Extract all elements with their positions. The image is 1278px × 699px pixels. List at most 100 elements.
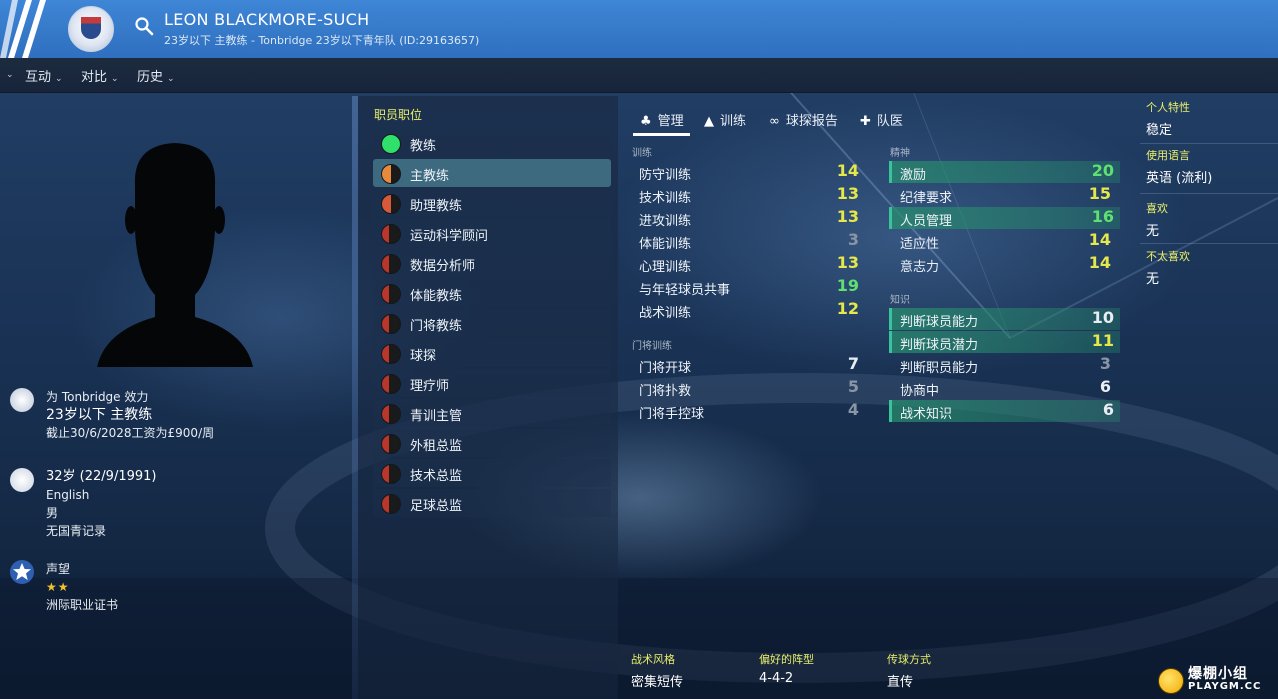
attr-row[interactable]: 与年轻球员共事 19 [631,276,859,298]
attr-row[interactable]: 纪律要求 15 [892,184,1120,206]
reputation-stars: ★★ [46,580,70,594]
training-icon: ▲ [704,114,714,129]
dislikes-label: 不太喜欢 [1146,250,1190,263]
language-label: 使用语言 [1146,149,1190,162]
role-row-head-coach[interactable]: 主教练 [373,159,611,187]
attr-row[interactable]: 门将扑救 5 [631,377,859,399]
role-label: 足球总监 [410,499,463,514]
role-label: 教练 [410,139,437,154]
role-row-fitness[interactable]: 体能教练 [373,279,611,307]
suitability-dot-icon [381,284,401,304]
attr-value: 20 [1091,161,1114,180]
club-line[interactable]: 为 Tonbridge 效力 [46,388,214,406]
attr-row[interactable]: 适应性 14 [892,230,1120,252]
role-label: 门将教练 [410,319,463,334]
passing-label: 传球方式 [887,653,931,666]
likes-value: 无 [1146,224,1160,239]
suitability-dot-icon [381,434,401,454]
manage-icon: ♣ [640,114,652,129]
club-info: 为 Tonbridge 效力 23岁以下 主教练 截止30/6/2028工资为£… [10,388,330,448]
chevron-down-icon: ⌄ [167,74,175,84]
youth-record: 无国青记录 [46,524,107,538]
attr-value: 7 [847,354,859,373]
watermark-text: 爆棚小组 [1188,666,1248,682]
role-row-analyst[interactable]: 数据分析师 [373,249,611,277]
club-badge-icon[interactable] [10,388,34,412]
attr-row[interactable]: 门将手控球 4 [631,400,859,422]
attr-name: 门将扑救 [639,384,692,399]
menu-arrow-icon[interactable]: ⌄ [2,66,14,81]
attr-row[interactable]: 判断球员能力 10 [889,308,1120,330]
role-row-gk-coach[interactable]: 门将教练 [373,309,611,337]
attr-row[interactable]: 人员管理 16 [889,207,1120,229]
divider [1140,193,1278,194]
role-row-youth-head[interactable]: 青训主管 [373,399,611,427]
menu-history[interactable]: 历史 ⌄ [137,66,175,85]
tab-medical-label: 队医 [876,114,903,129]
attr-row[interactable]: 意志力 14 [892,253,1120,275]
role-label: 外租总监 [410,439,463,454]
attr-row[interactable]: 防守训练 14 [631,161,859,183]
role-row-assistant[interactable]: 助理教练 [373,189,611,217]
suitability-dot-icon [381,464,401,484]
role-label: 理疗师 [410,379,450,394]
binoculars-icon: ∞ [769,114,780,129]
attr-name: 协商中 [900,384,940,399]
tab-scout-report-label: 球探报告 [785,114,838,129]
reputation-star-icon [10,560,34,584]
attr-row[interactable]: 判断球员潜力 11 [889,331,1120,353]
tactic-style-label: 战术风格 [631,653,675,666]
attr-name: 门将手控球 [639,407,705,422]
suitability-dot-icon [381,344,401,364]
tab-medical[interactable]: ✚ 队医 [860,110,903,129]
attr-row[interactable]: 判断职员能力 3 [892,354,1120,376]
role-row-football-director[interactable]: 足球总监 [373,489,611,517]
attr-name: 战术知识 [900,407,953,422]
attr-value: 13 [836,207,859,226]
attr-row[interactable]: 技术训练 13 [631,184,859,206]
mental-section-label: 精神 [890,148,910,159]
tab-training[interactable]: ▲ 训练 [704,110,746,129]
staff-silhouette [97,143,253,367]
role-label: 数据分析师 [410,259,476,274]
attr-value: 6 [1099,377,1111,396]
menu-interact[interactable]: 互动 ⌄ [25,66,63,85]
attr-row[interactable]: 心理训练 13 [631,253,859,275]
role-row-loan-manager[interactable]: 外租总监 [373,429,611,457]
attr-row[interactable]: 协商中 6 [892,377,1120,399]
role-row-physio[interactable]: 理疗师 [373,369,611,397]
attr-row[interactable]: 激励 20 [889,161,1120,183]
tab-scout-report[interactable]: ∞ 球探报告 [769,110,838,129]
attr-value: 15 [1088,184,1111,203]
role-row-coach[interactable]: 教练 [373,129,611,157]
language-value: 英语 (流利) [1146,171,1213,186]
attr-row[interactable]: 战术知识 6 [889,400,1120,422]
attr-row[interactable]: 门将开球 7 [631,354,859,376]
menu-compare[interactable]: 对比 ⌄ [81,66,119,85]
attr-name: 意志力 [900,260,940,275]
attr-value: 5 [847,377,859,396]
search-icon[interactable] [134,16,154,36]
tab-manage[interactable]: ♣ 管理 [640,110,684,129]
personality-label: 个人特性 [1146,101,1190,114]
role-row-sports-science[interactable]: 运动科学顾问 [373,219,611,247]
attr-value: 16 [1091,207,1114,226]
attr-row[interactable]: 战术训练 12 [631,299,859,321]
menu-interact-label: 互动 [25,70,52,85]
tab-manage-label: 管理 [657,114,684,129]
passing-value: 直传 [887,675,914,690]
suitability-dot-icon [381,254,401,274]
club-crest-icon[interactable] [68,6,114,52]
role-row-scout[interactable]: 球探 [373,339,611,367]
attr-value: 13 [836,253,859,272]
attr-name: 适应性 [900,237,940,252]
attr-name: 进攻训练 [639,214,692,229]
suitability-dot-icon [381,314,401,334]
nation-flag-icon[interactable] [10,468,34,492]
gk-section-label: 门将训练 [632,341,672,352]
attr-value: 3 [1099,354,1111,373]
attr-row[interactable]: 进攻训练 13 [631,207,859,229]
attr-row[interactable]: 体能训练 3 [631,230,859,252]
player-subtitle[interactable]: 23岁以下 主教练 - Tonbridge 23岁以下青年队 (ID:29163… [164,32,479,48]
role-row-technical-director[interactable]: 技术总监 [373,459,611,487]
